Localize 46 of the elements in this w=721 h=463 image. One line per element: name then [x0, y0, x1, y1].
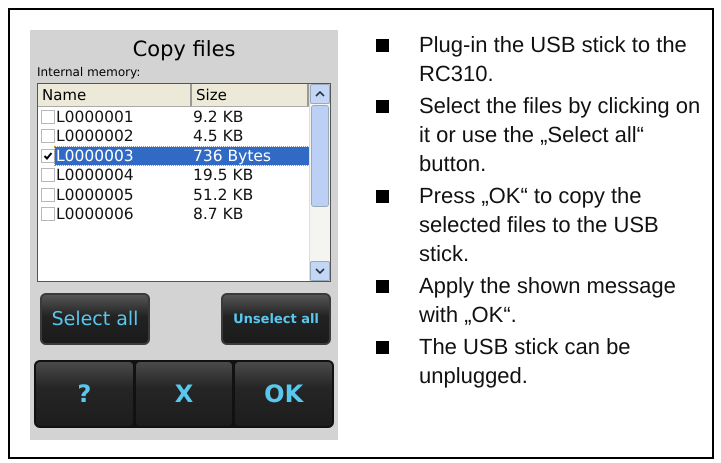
screen-title: Copy files [132, 36, 236, 62]
scroll-up-icon[interactable] [310, 84, 330, 104]
checkbox[interactable] [41, 129, 55, 144]
instruction-text: Plug-in the USB stick to the RC310. [419, 31, 688, 88]
screen-subtitle: Internal memory: [37, 64, 142, 80]
checkbox[interactable] [41, 207, 55, 222]
checkbox[interactable] [41, 148, 55, 163]
checkbox[interactable] [41, 188, 55, 202]
checkbox[interactable] [41, 110, 55, 124]
file-name: L0000001 [55, 108, 135, 126]
scroll-bar[interactable] [309, 84, 330, 281]
checkbox[interactable] [41, 168, 55, 182]
scroll-thumb[interactable] [311, 105, 329, 207]
instruction-text: The USB stick can be unplugged. [419, 333, 632, 390]
select-button[interactable]: Unselect all [221, 293, 331, 345]
instruction-text: Select the files by clicking on it or use the „Select all“ button. [419, 92, 702, 178]
instruction-text: Apply the shown message with „OK“. [419, 272, 677, 329]
file-name: L0000004 [55, 166, 135, 184]
instruction-text: Press „OK“ to copy the selected files to the USB stick. [419, 182, 660, 268]
action-button[interactable]: X [136, 362, 232, 426]
file-size: 19.5 KB [193, 166, 254, 184]
bullet-icon [376, 280, 389, 293]
action-button[interactable]: OK [235, 362, 332, 426]
file-size: 8.7 KB [193, 205, 244, 224]
file-row[interactable]: L0000004 19.5 KB [55, 166, 309, 184]
bullet-icon [376, 190, 389, 203]
file-row[interactable]: L0000002 4.5 KB [55, 127, 309, 146]
file-size: 4.5 KB [193, 127, 244, 146]
file-size: 9.2 KB [193, 108, 244, 126]
file-name: L0000006 [55, 205, 135, 224]
file-size: 51.2 KB [193, 186, 254, 204]
action-button[interactable]: ? [36, 362, 133, 426]
bullet-icon [376, 341, 389, 354]
bullet-icon [376, 100, 389, 113]
file-name: L0000003 [55, 146, 135, 165]
file-size: 736 Bytes [193, 146, 272, 165]
file-name: L0000002 [55, 127, 135, 146]
scroll-down-icon[interactable] [310, 261, 330, 281]
column-header[interactable]: Name [38, 84, 192, 106]
file-name: L0000005 [55, 186, 135, 204]
file-row[interactable]: L0000003 736 Bytes [55, 146, 309, 165]
file-row[interactable]: L0000006 8.7 KB [55, 205, 309, 224]
bullet-icon [376, 39, 389, 52]
select-button[interactable]: Select all [40, 293, 150, 345]
file-row[interactable]: L0000005 51.2 KB [55, 186, 309, 204]
file-row[interactable]: L0000001 9.2 KB [55, 108, 309, 126]
